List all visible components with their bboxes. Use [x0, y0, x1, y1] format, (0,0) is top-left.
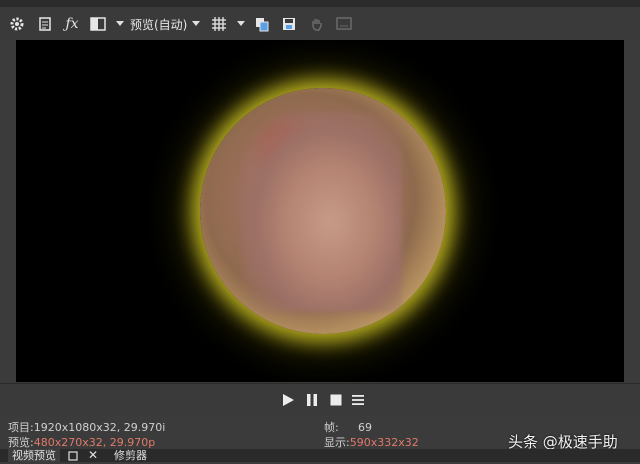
display-label: 显示:	[324, 436, 350, 449]
tab-video-preview[interactable]: 视频预览	[8, 449, 60, 462]
save-snapshot-icon[interactable]	[280, 14, 298, 34]
transport-controls	[0, 383, 640, 414]
tab-trimmer[interactable]: 修剪器	[114, 449, 147, 462]
title-strip	[0, 0, 640, 7]
frame-label: 帧:	[324, 421, 339, 434]
blurred-subject	[242, 112, 402, 312]
display-info: 显示:590x332x32	[324, 434, 419, 450]
restore-icon[interactable]	[68, 449, 79, 462]
window-tab-bar: 视频预览 ✕ 修剪器	[0, 449, 640, 462]
play-icon[interactable]	[280, 392, 296, 408]
copy-snapshot-icon[interactable]	[253, 14, 271, 34]
preview-res-label: 预览:	[8, 436, 34, 449]
menu-icon[interactable]	[350, 392, 366, 408]
overlay-dropdown-caret[interactable]	[237, 21, 245, 26]
pause-icon[interactable]	[304, 392, 320, 408]
split-screen-icon[interactable]	[88, 14, 108, 34]
external-monitor-icon	[334, 14, 354, 34]
project-info: 项目:1920x1080x32, 29.970i	[8, 419, 165, 435]
properties-icon[interactable]	[36, 14, 54, 34]
frame-info: 帧: 69	[324, 419, 372, 435]
project-label: 项目:	[8, 421, 34, 434]
video-viewer[interactable]	[16, 40, 624, 382]
grid-icon[interactable]	[210, 14, 228, 34]
stop-icon[interactable]	[328, 392, 344, 408]
preview-quality-caret[interactable]	[192, 21, 200, 26]
frame-value: 69	[358, 421, 372, 434]
fx-icon[interactable]: ƒx	[62, 14, 82, 34]
preview-toolbar: ƒx 预览(自动)	[0, 7, 640, 41]
hand-icon	[308, 14, 326, 34]
split-dropdown-caret[interactable]	[116, 21, 124, 26]
gear-icon[interactable]	[8, 14, 26, 34]
display-value: 590x332x32	[349, 436, 419, 449]
project-value: 1920x1080x32, 29.970i	[33, 421, 166, 434]
preview-info: 预览:480x270x32, 29.970p	[8, 434, 155, 450]
preview-quality-select[interactable]: 预览(自动)	[130, 16, 187, 33]
close-icon[interactable]: ✕	[88, 449, 99, 462]
